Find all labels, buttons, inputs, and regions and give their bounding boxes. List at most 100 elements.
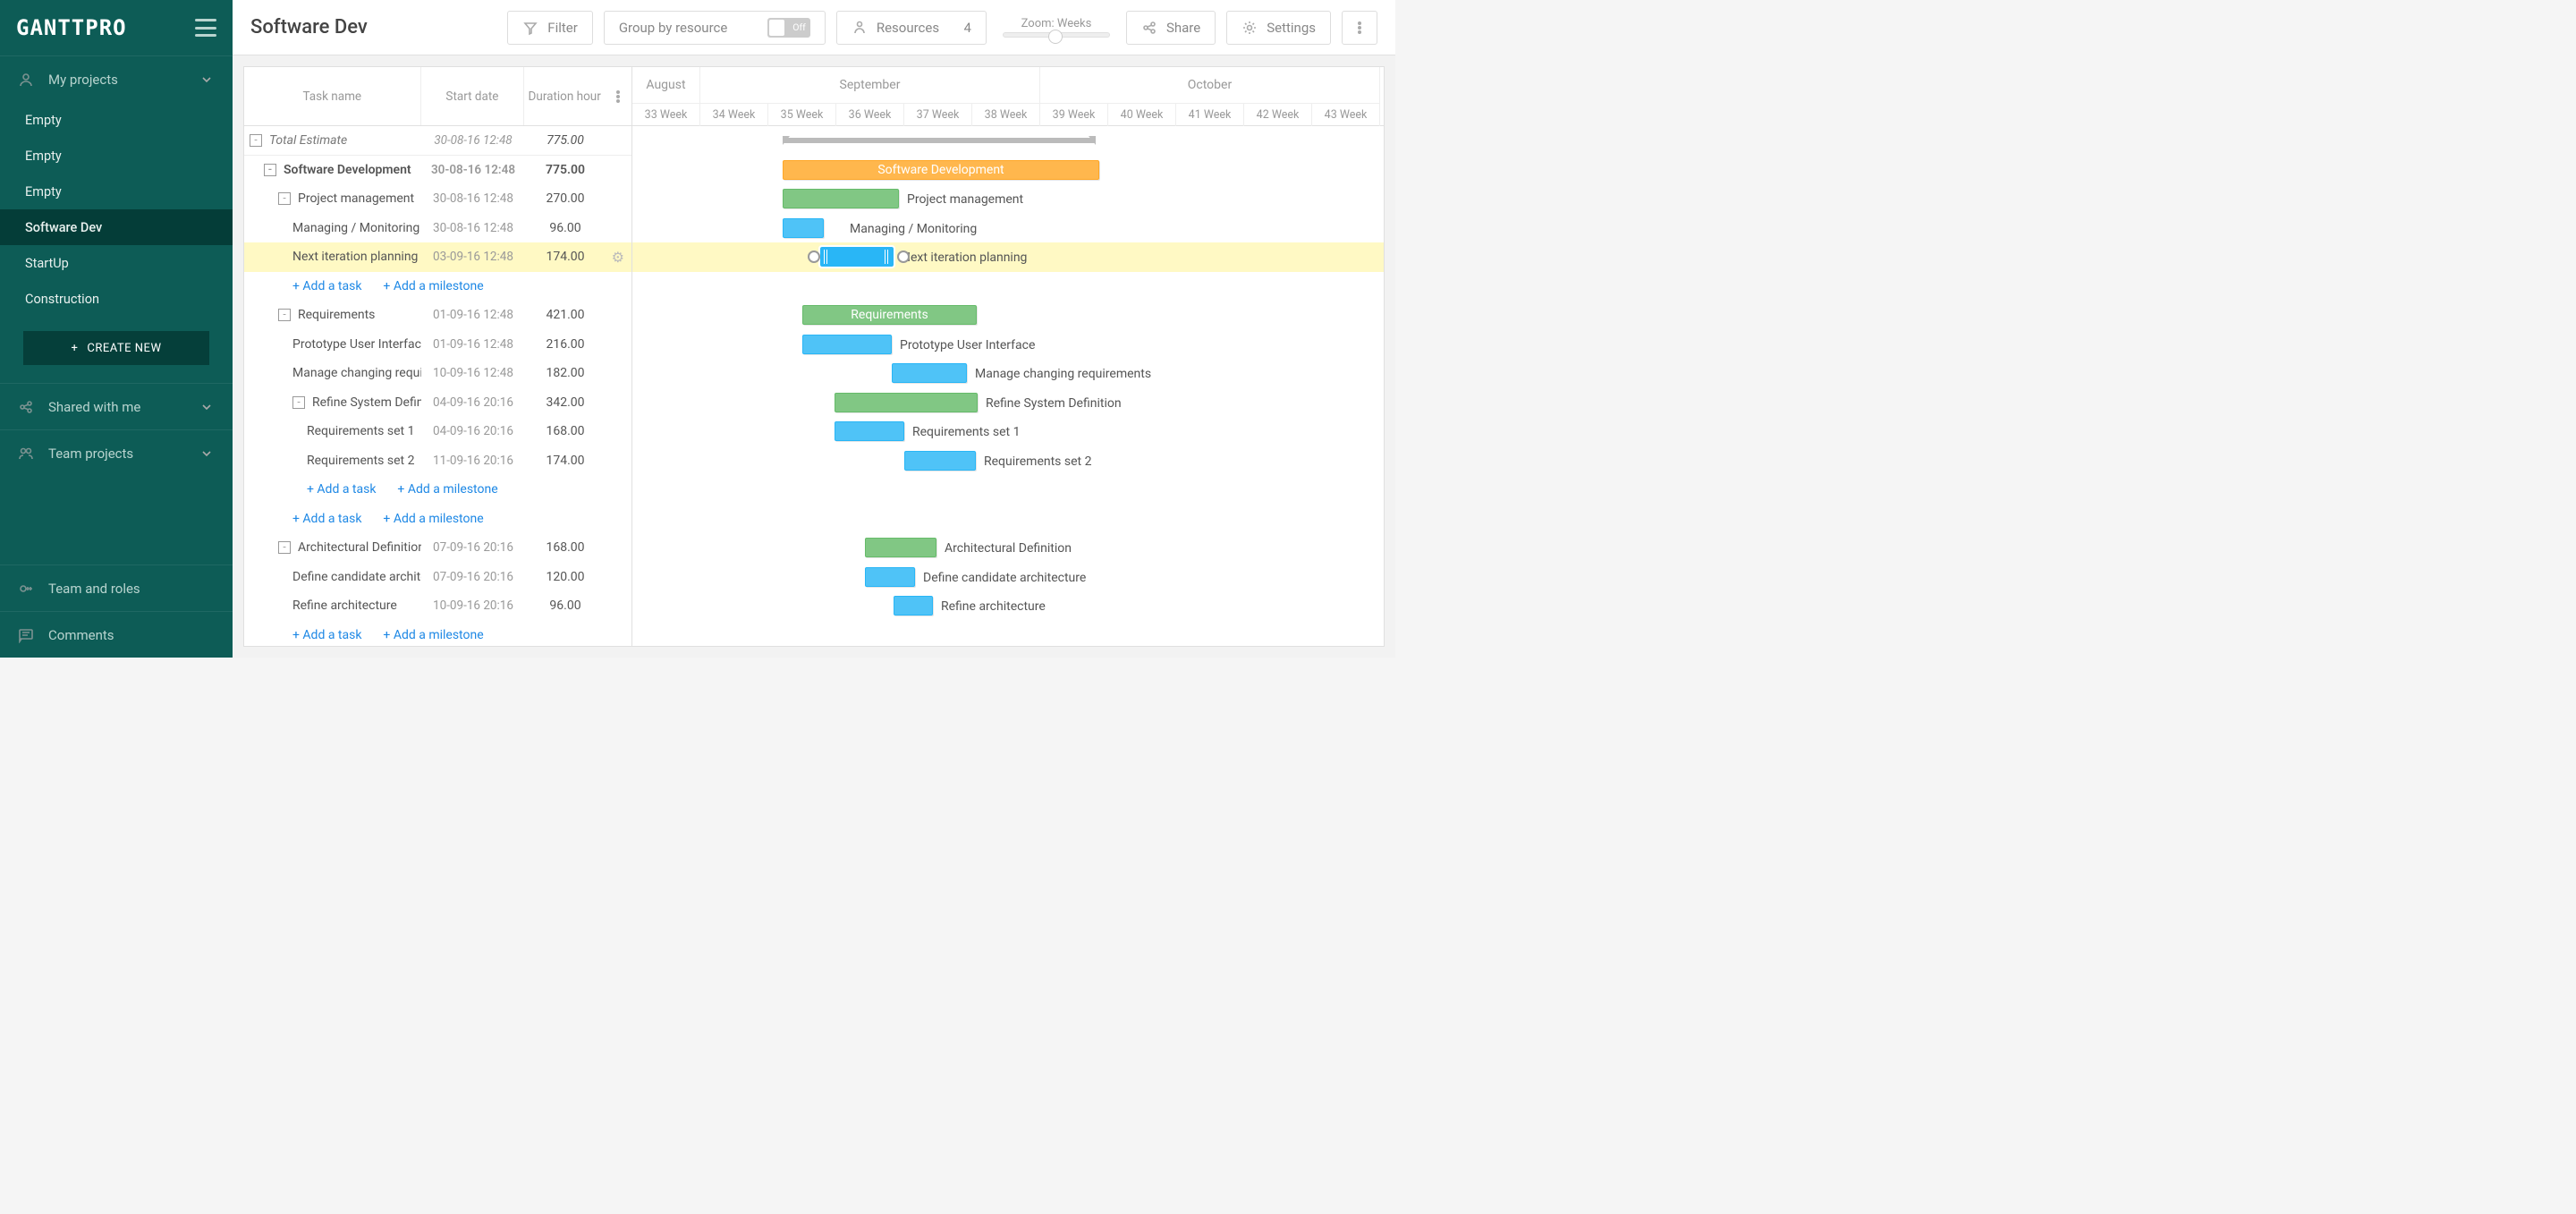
month-header: August bbox=[632, 67, 700, 103]
bar-label: Next iteration planning bbox=[902, 248, 1027, 267]
sidebar-project-item[interactable]: Empty bbox=[0, 102, 233, 138]
grid-row[interactable]: -Architectural Definition07-09-16 20:161… bbox=[244, 533, 631, 563]
gantt-bar[interactable]: Project management bbox=[783, 189, 899, 208]
expand-toggle[interactable]: - bbox=[292, 396, 305, 409]
resources-button[interactable]: Resources 4 bbox=[836, 11, 987, 45]
add-task-link[interactable]: + Add a task bbox=[307, 482, 376, 497]
grid-row[interactable]: Next iteration planning03-09-16 12:48174… bbox=[244, 242, 631, 272]
gantt-bar[interactable]: Software Development bbox=[783, 160, 1099, 180]
task-grid: Task name Start date Duration hour -Tota… bbox=[244, 67, 632, 646]
add-task-link[interactable]: + Add a task bbox=[292, 512, 361, 526]
gear-icon[interactable]: ⚙ bbox=[612, 249, 624, 266]
share-icon bbox=[1141, 20, 1157, 36]
sidebar-project-item[interactable]: Construction bbox=[0, 281, 233, 317]
grid-row[interactable]: Prototype User Interface01-09-16 12:4821… bbox=[244, 330, 631, 360]
task-start: 30-08-16 12:48 bbox=[421, 133, 525, 148]
expand-toggle[interactable]: - bbox=[278, 541, 291, 554]
week-header: 42 Week bbox=[1244, 103, 1312, 126]
column-duration[interactable]: Duration hour bbox=[524, 67, 605, 125]
more-menu-button[interactable] bbox=[1342, 11, 1377, 45]
column-start-date[interactable]: Start date bbox=[421, 67, 525, 125]
dots-vertical-icon bbox=[1352, 20, 1368, 36]
hamburger-icon[interactable] bbox=[195, 19, 216, 37]
sidebar-project-item[interactable]: StartUp bbox=[0, 245, 233, 281]
sidebar-project-item[interactable]: Empty bbox=[0, 138, 233, 174]
comments-link[interactable]: Comments bbox=[0, 611, 233, 658]
chevron-down-icon bbox=[199, 399, 215, 415]
sidebar: GANTTPRO My projects EmptyEmptyEmptySoft… bbox=[0, 0, 233, 658]
zoom-slider[interactable] bbox=[1003, 32, 1110, 38]
task-start: 11-09-16 20:16 bbox=[421, 454, 525, 468]
week-header: 41 Week bbox=[1176, 103, 1244, 126]
share-button[interactable]: Share bbox=[1126, 11, 1216, 45]
create-new-button[interactable]: + CREATE NEW bbox=[23, 331, 209, 365]
grid-row[interactable]: Define candidate architecture07-09-16 20… bbox=[244, 563, 631, 592]
expand-toggle[interactable]: - bbox=[278, 309, 291, 321]
gantt-bar[interactable]: Requirements set 1 bbox=[835, 421, 904, 441]
add-milestone-link[interactable]: + Add a milestone bbox=[383, 628, 483, 642]
task-name: Requirements bbox=[298, 308, 375, 322]
week-header: 33 Week bbox=[632, 103, 700, 126]
link-handle[interactable] bbox=[897, 250, 910, 263]
add-milestone-link[interactable]: + Add a milestone bbox=[397, 482, 497, 497]
estimate-bar[interactable] bbox=[783, 138, 1096, 143]
grid-row[interactable]: Requirements set 211-09-16 20:16174.00 bbox=[244, 446, 631, 476]
my-projects-section[interactable]: My projects bbox=[0, 55, 233, 102]
group-by-resource-toggle[interactable]: Group by resource Off bbox=[604, 11, 826, 45]
expand-toggle[interactable]: - bbox=[250, 134, 262, 147]
gantt-bar[interactable]: Managing / Monitoring bbox=[783, 218, 824, 238]
grid-row[interactable]: + Add a task + Add a milestone bbox=[244, 272, 631, 301]
team-and-roles-link[interactable]: Team and roles bbox=[0, 565, 233, 611]
add-task-link[interactable]: + Add a task bbox=[292, 279, 361, 293]
add-milestone-link[interactable]: + Add a milestone bbox=[383, 512, 483, 526]
task-name: Prototype User Interface bbox=[292, 337, 421, 352]
task-name: Project management bbox=[298, 191, 414, 206]
grid-row[interactable]: + Add a task + Add a milestone bbox=[244, 505, 631, 534]
grid-row[interactable]: -Project management30-08-16 12:48270.00 bbox=[244, 184, 631, 214]
gantt-bar[interactable]: Requirements bbox=[802, 305, 977, 325]
gantt-bar[interactable]: Requirements set 2 bbox=[904, 451, 976, 471]
team-icon bbox=[18, 446, 34, 462]
expand-toggle[interactable]: - bbox=[278, 192, 291, 205]
task-name: Requirements set 2 bbox=[307, 454, 414, 468]
task-duration: 216.00 bbox=[525, 337, 606, 352]
logo[interactable]: GANTTPRO bbox=[16, 15, 127, 40]
grid-row[interactable]: -Total Estimate30-08-16 12:48775.00 bbox=[244, 126, 631, 156]
add-task-link[interactable]: + Add a task bbox=[292, 628, 361, 642]
team-projects-section[interactable]: Team projects bbox=[0, 429, 233, 476]
link-handle[interactable] bbox=[808, 250, 820, 263]
sidebar-project-item[interactable]: Empty bbox=[0, 174, 233, 209]
gantt-timeline[interactable]: AugustSeptemberOctober 33 Week34 Week35 … bbox=[632, 67, 1384, 646]
gantt-bar[interactable]: Refine architecture bbox=[894, 596, 933, 615]
column-task-name[interactable]: Task name bbox=[244, 67, 421, 125]
task-start: 10-09-16 20:16 bbox=[421, 599, 525, 613]
task-duration: 342.00 bbox=[525, 395, 606, 410]
toggle-off[interactable]: Off bbox=[767, 18, 810, 38]
gantt-bar[interactable]: Define candidate architecture bbox=[865, 567, 915, 587]
grid-row[interactable]: -Refine System Definition04-09-16 20:163… bbox=[244, 388, 631, 418]
week-header: 35 Week bbox=[768, 103, 836, 126]
grid-row[interactable]: Manage changing requirements10-09-16 12:… bbox=[244, 359, 631, 388]
expand-toggle[interactable]: - bbox=[264, 164, 276, 176]
grid-row[interactable]: + Add a task + Add a milestone bbox=[244, 621, 631, 647]
gantt-bar[interactable]: Manage changing requirements bbox=[892, 363, 967, 383]
shared-with-me-section[interactable]: Shared with me bbox=[0, 383, 233, 429]
task-name: Next iteration planning bbox=[292, 250, 418, 264]
gantt-bar[interactable]: Refine System Definition bbox=[835, 393, 978, 412]
settings-button[interactable]: Settings bbox=[1226, 11, 1331, 45]
gantt-bar[interactable]: Architectural Definition bbox=[865, 538, 936, 557]
gantt-bar[interactable]: Next iteration planning bbox=[820, 247, 894, 267]
grid-more-button[interactable] bbox=[605, 67, 631, 125]
add-milestone-link[interactable]: + Add a milestone bbox=[383, 279, 483, 293]
grid-row[interactable]: Refine architecture10-09-16 20:1696.00 bbox=[244, 591, 631, 621]
gantt-bar[interactable]: Prototype User Interface bbox=[802, 335, 892, 354]
grid-row[interactable]: Managing / Monitoring30-08-16 12:4896.00 bbox=[244, 214, 631, 243]
topbar: Software Dev Filter Group by resource Of… bbox=[233, 0, 1395, 55]
grid-row[interactable]: -Requirements01-09-16 12:48421.00 bbox=[244, 301, 631, 330]
grid-row[interactable]: + Add a task + Add a milestone bbox=[244, 475, 631, 505]
sidebar-project-item[interactable]: Software Dev bbox=[0, 209, 233, 245]
grid-row[interactable]: Requirements set 104-09-16 20:16168.00 bbox=[244, 417, 631, 446]
zoom-control[interactable]: Zoom: Weeks bbox=[997, 17, 1115, 38]
grid-row[interactable]: -Software Development30-08-16 12:48775.0… bbox=[244, 156, 631, 185]
filter-button[interactable]: Filter bbox=[507, 11, 593, 45]
